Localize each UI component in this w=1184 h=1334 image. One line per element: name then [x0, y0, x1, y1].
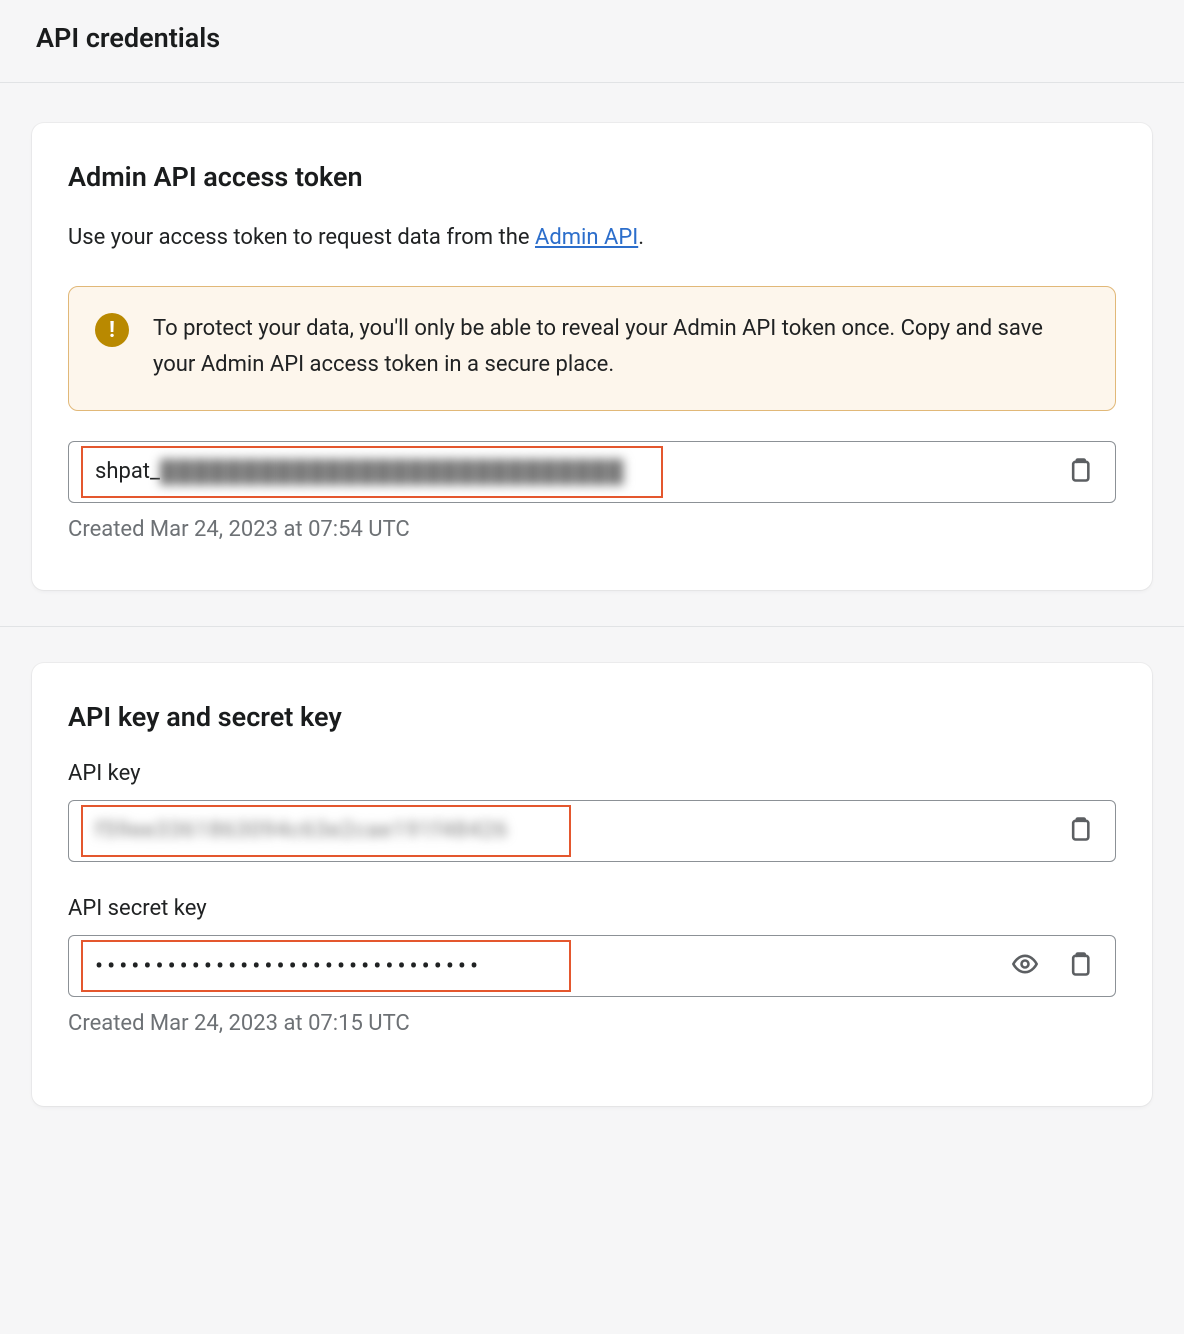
api-key-label: API key	[68, 761, 1116, 786]
admin-token-card: Admin API access token Use your access t…	[32, 123, 1152, 590]
token-reveal-warning: ! To protect your data, you'll only be a…	[68, 286, 1116, 411]
access-token-created: Created Mar 24, 2023 at 07:54 UTC	[68, 517, 1116, 542]
api-key-actions	[1061, 811, 1107, 850]
copy-access-token-button[interactable]	[1061, 452, 1097, 491]
copy-api-key-button[interactable]	[1061, 811, 1097, 850]
divider	[0, 626, 1184, 627]
admin-token-title: Admin API access token	[68, 161, 1116, 193]
page-title: API credentials	[36, 22, 1148, 54]
reveal-secret-button[interactable]	[1007, 946, 1043, 985]
divider	[0, 82, 1184, 83]
api-key-field[interactable]: f59ee3361863094c63e2cae191f48426	[68, 800, 1116, 862]
api-secret-masked: ••••••••••••••••••••••••••••••••	[95, 954, 482, 978]
api-secret-field-wrap: API secret key •••••••••••••••••••••••••…	[68, 896, 1116, 1036]
warning-icon: !	[95, 313, 129, 347]
api-secret-label: API secret key	[68, 896, 1116, 921]
access-token-actions	[1061, 452, 1107, 491]
clipboard-icon	[1065, 456, 1093, 487]
api-secret-actions	[1007, 946, 1107, 985]
api-key-blurred: f59ee3361863094c63e2cae191f48426	[95, 818, 508, 843]
eye-icon	[1011, 950, 1039, 981]
api-secret-highlight: ••••••••••••••••••••••••••••••••	[81, 940, 571, 992]
access-token-blurred: ████████████████████████████	[160, 459, 624, 485]
access-token-highlight: shpat_ ████████████████████████████	[81, 446, 663, 498]
warning-text: To protect your data, you'll only be abl…	[153, 311, 1087, 384]
api-keys-card: API key and secret key API key f59ee3361…	[32, 663, 1152, 1106]
admin-token-description: Use your access token to request data fr…	[68, 221, 1116, 254]
copy-secret-button[interactable]	[1061, 946, 1097, 985]
clipboard-icon	[1065, 815, 1093, 846]
api-secret-field[interactable]: ••••••••••••••••••••••••••••••••	[68, 935, 1116, 997]
api-key-field-wrap: API key f59ee3361863094c63e2cae191f48426	[68, 761, 1116, 862]
access-token-prefix: shpat_	[95, 459, 160, 484]
access-token-field[interactable]: shpat_ ████████████████████████████	[68, 441, 1116, 503]
api-key-highlight: f59ee3361863094c63e2cae191f48426	[81, 805, 571, 857]
desc-suffix: .	[638, 225, 644, 250]
clipboard-icon	[1065, 950, 1093, 981]
page-header: API credentials	[0, 0, 1184, 82]
desc-prefix: Use your access token to request data fr…	[68, 225, 535, 250]
bottom-spacer	[0, 1142, 1184, 1168]
api-keys-title: API key and secret key	[68, 701, 1116, 733]
access-token-field-wrap: shpat_ ████████████████████████████ Crea…	[68, 441, 1116, 542]
admin-api-link[interactable]: Admin API	[535, 225, 638, 250]
api-secret-created: Created Mar 24, 2023 at 07:15 UTC	[68, 1011, 1116, 1036]
